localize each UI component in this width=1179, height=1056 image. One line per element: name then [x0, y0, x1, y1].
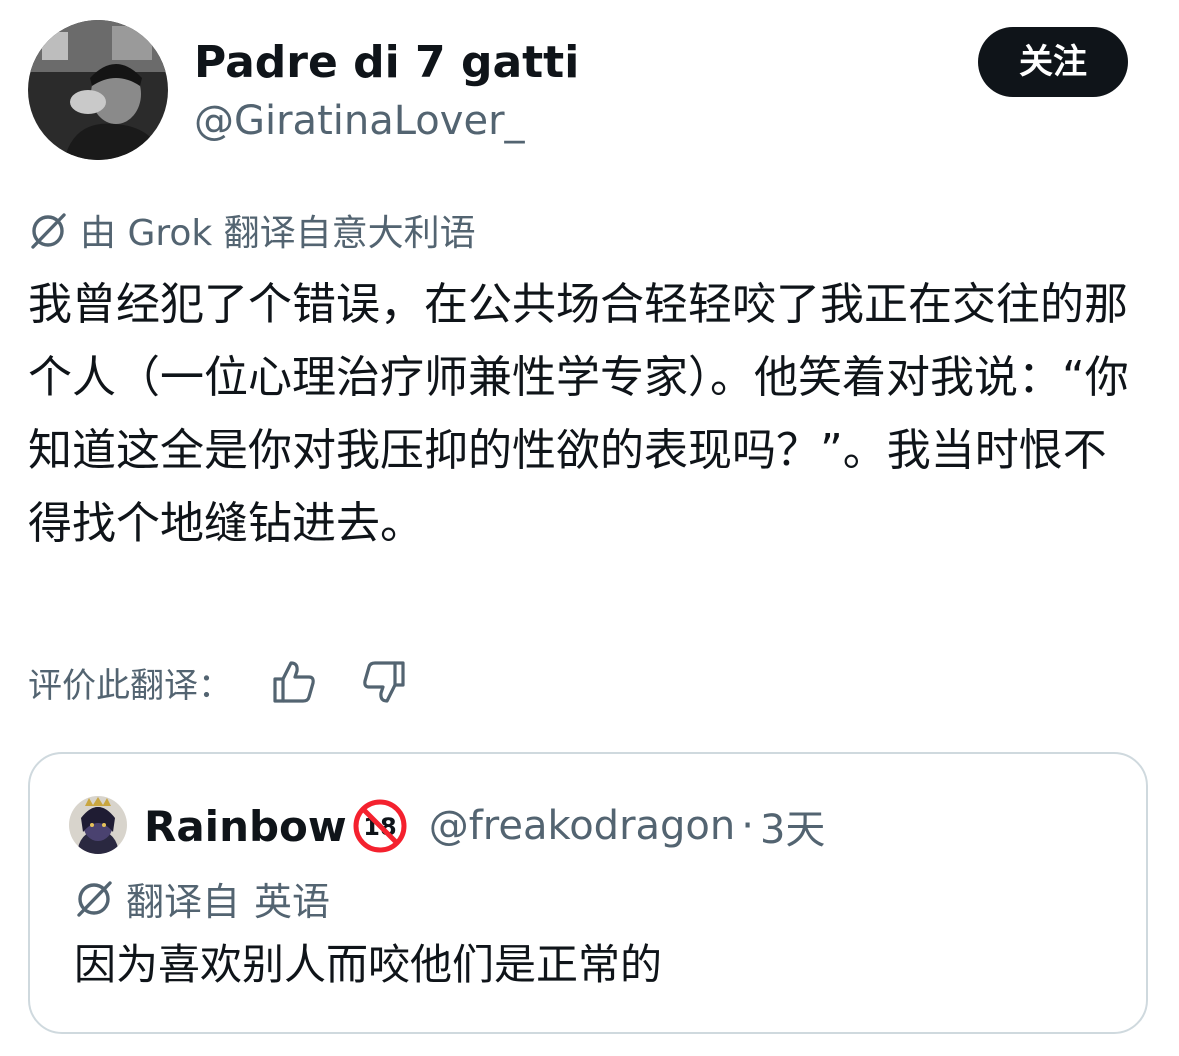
no-translate-icon: [31, 213, 66, 249]
no-under-18-icon: 18: [353, 799, 407, 853]
quoted-author-avatar[interactable]: [69, 796, 127, 854]
translation-notice[interactable]: 由 Grok 翻译自意大利语: [28, 206, 476, 254]
tweet-header: Padre di 7 gatti @GiratinaLover_ 关注: [28, 20, 1148, 160]
quoted-tweet-card[interactable]: Rainbow 18 @freakodragon · 3天 翻译自 英语 因为喜…: [28, 752, 1148, 1034]
no-translate-icon: [77, 881, 112, 917]
quoted-user-avatar-icon: [69, 796, 127, 854]
quoted-handle[interactable]: @freakodragon: [429, 803, 736, 849]
follow-button[interactable]: 关注: [978, 27, 1128, 97]
thumbs-down-icon[interactable]: [358, 656, 410, 708]
quoted-timestamp[interactable]: 3天: [760, 797, 825, 855]
quoted-translation-notice[interactable]: 翻译自 英语: [74, 872, 330, 924]
quoted-separator: ·: [741, 803, 754, 849]
tweet-text: 我曾经犯了个错误，在公共场合轻轻咬了我正在交往的那个人（一位心理治疗师兼性学专家…: [28, 279, 1129, 549]
quoted-display-name[interactable]: Rainbow: [144, 802, 347, 851]
quoted-tweet-header: Rainbow 18 @freakodragon · 3天: [144, 798, 825, 854]
user-avatar-photo-icon: [28, 20, 168, 160]
rate-translation: 评价此翻译：: [28, 654, 448, 710]
quoted-translated-language: 英语: [254, 879, 331, 924]
author-display-name[interactable]: Padre di 7 gatti: [194, 38, 579, 88]
rate-translation-label: 评价此翻译：: [28, 665, 232, 706]
thumbs-up-icon[interactable]: [268, 656, 320, 708]
quoted-tweet-text: 因为喜欢别人而咬他们是正常的: [74, 940, 663, 989]
translation-notice-text: 由 Grok 翻译自意大利语: [80, 213, 476, 254]
quoted-translated-label: 翻译自: [126, 879, 241, 924]
author-handle[interactable]: @GiratinaLover_: [194, 96, 525, 146]
author-avatar[interactable]: [28, 20, 168, 160]
